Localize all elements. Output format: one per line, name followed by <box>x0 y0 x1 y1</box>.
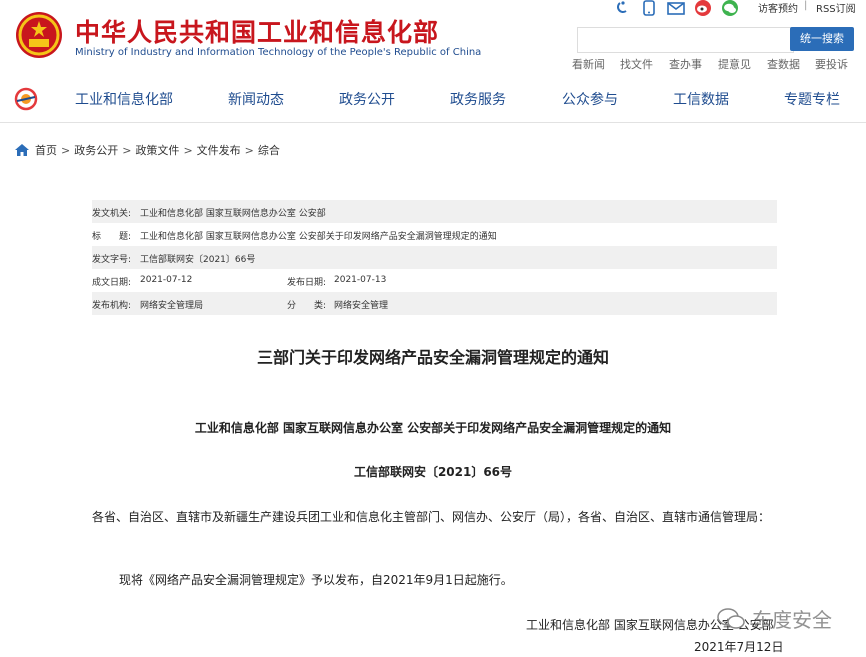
nav-item-data[interactable]: 工信数据 <box>673 89 729 109</box>
home-icon[interactable] <box>15 144 29 156</box>
top-icon-bar <box>613 0 748 16</box>
watermark-text: 东度安全 <box>752 608 832 632</box>
created-date-label: 成文日期: <box>92 278 132 288</box>
search-input[interactable] <box>577 27 794 53</box>
nav-item-news[interactable]: 新闻动态 <box>228 89 284 109</box>
wechat-icon[interactable] <box>721 0 739 16</box>
watermark: 东度安全 <box>716 604 832 633</box>
site-title-cn[interactable]: 中华人民共和国工业和信息化部 <box>75 13 439 49</box>
category-value: 网络安全管理 <box>334 301 389 311</box>
breadcrumb-home[interactable]: 首页 <box>35 142 57 158</box>
meta-row-docno: 发文字号: 工信部联网安〔2021〕66号 <box>92 246 777 269</box>
document-title: 三部门关于印发网络产品安全漏洞管理规定的通知 <box>256 348 609 367</box>
visitor-appointment-link[interactable]: 访客预约 <box>758 0 798 15</box>
title-label: 标 题: <box>92 232 132 242</box>
created-date-value: 2021-07-12 <box>140 275 193 285</box>
nav-item-gov-affairs[interactable]: 政务公开 <box>339 89 395 109</box>
site-header: 中华人民共和国工业和信息化部 Ministry of Industry and … <box>0 0 866 78</box>
quick-link-news[interactable]: 看新闻 <box>572 56 605 72</box>
site-title-en: Ministry of Industry and Information Tec… <box>75 47 482 58</box>
document-date: 2021年7月12日 <box>694 640 784 654</box>
quick-link-files[interactable]: 找文件 <box>620 56 653 72</box>
main-nav: 工业和信息化部 新闻动态 政务公开 政务服务 公众参与 工信数据 专题专栏 <box>0 78 866 123</box>
accessibility-icon[interactable] <box>613 0 631 16</box>
document-body: 现将《网络产品安全漏洞管理规定》予以发布，自2021年9月1日起施行。 <box>119 573 513 587</box>
meta-row-issuer: 发文机关: 工业和信息化部 国家互联网信息办公室 公安部 <box>92 200 777 223</box>
quick-link-complaint[interactable]: 要投诉 <box>815 56 848 72</box>
title-value: 工业和信息化部 国家互联网信息办公室 公安部关于印发网络产品安全漏洞管理规定的通… <box>140 232 497 242</box>
quick-link-services[interactable]: 查办事 <box>669 56 702 72</box>
breadcrumb-separator: > <box>61 143 71 157</box>
breadcrumb: 首页 > 政务公开 > 政策文件 > 文件发布 > 综合 <box>15 142 280 158</box>
breadcrumb-separator: > <box>244 143 254 157</box>
national-emblem-icon <box>16 12 62 58</box>
meta-row-title: 标 题: 工业和信息化部 国家互联网信息办公室 公安部关于印发网络产品安全漏洞管… <box>92 223 777 246</box>
breadcrumb-general[interactable]: 综合 <box>258 142 280 158</box>
search-button[interactable]: 统一搜索 <box>790 27 854 51</box>
breadcrumb-separator: > <box>183 143 193 157</box>
miit-logo-icon[interactable] <box>14 87 38 111</box>
quick-link-feedback[interactable]: 提意见 <box>718 56 751 72</box>
wechat-watermark-icon <box>717 607 745 629</box>
docno-value: 工信部联网安〔2021〕66号 <box>140 255 256 265</box>
category-label: 分 类: <box>287 301 327 311</box>
breadcrumb-gov-affairs[interactable]: 政务公开 <box>74 142 118 158</box>
published-date-label: 发布日期: <box>287 278 327 288</box>
issuer-label: 发文机关: <box>92 209 132 219</box>
document-number: 工信部联网安〔2021〕66号 <box>353 465 513 479</box>
document-subtitle: 工业和信息化部 国家互联网信息办公室 公安部关于印发网络产品安全漏洞管理规定的通… <box>194 421 672 435</box>
quick-link-data[interactable]: 查数据 <box>767 56 800 72</box>
top-link-divider: | <box>804 0 808 11</box>
mobile-icon[interactable] <box>640 0 658 16</box>
nav-item-ministry[interactable]: 工业和信息化部 <box>75 89 173 109</box>
nav-item-gov-services[interactable]: 政务服务 <box>450 89 506 109</box>
nav-item-public-participation[interactable]: 公众参与 <box>562 89 618 109</box>
breadcrumb-file-release[interactable]: 文件发布 <box>197 142 241 158</box>
mail-icon[interactable] <box>667 0 685 16</box>
meta-row-dates: 成文日期: 2021-07-12 发布日期: 2021-07-13 <box>92 269 777 292</box>
breadcrumb-policy-files[interactable]: 政策文件 <box>135 142 179 158</box>
document-addressees: 各省、自治区、直辖市及新疆生产建设兵团工业和信息化主管部门、网信办、公安厅（局）… <box>92 510 771 524</box>
docno-label: 发文字号: <box>92 255 132 265</box>
breadcrumb-separator: > <box>122 143 132 157</box>
weibo-icon[interactable] <box>694 0 712 16</box>
meta-row-agency: 发布机构: 网络安全管理局 分 类: 网络安全管理 <box>92 292 777 315</box>
agency-label: 发布机构: <box>92 301 132 311</box>
rss-link[interactable]: RSS订阅 <box>816 0 856 15</box>
agency-value: 网络安全管理局 <box>140 301 204 311</box>
published-date-value: 2021-07-13 <box>334 275 387 285</box>
issuer-value: 工业和信息化部 国家互联网信息办公室 公安部 <box>140 209 326 219</box>
nav-item-special-topics[interactable]: 专题专栏 <box>784 89 840 109</box>
document-meta-table: 发文机关: 工业和信息化部 国家互联网信息办公室 公安部 标 题: 工业和信息化… <box>92 200 777 315</box>
